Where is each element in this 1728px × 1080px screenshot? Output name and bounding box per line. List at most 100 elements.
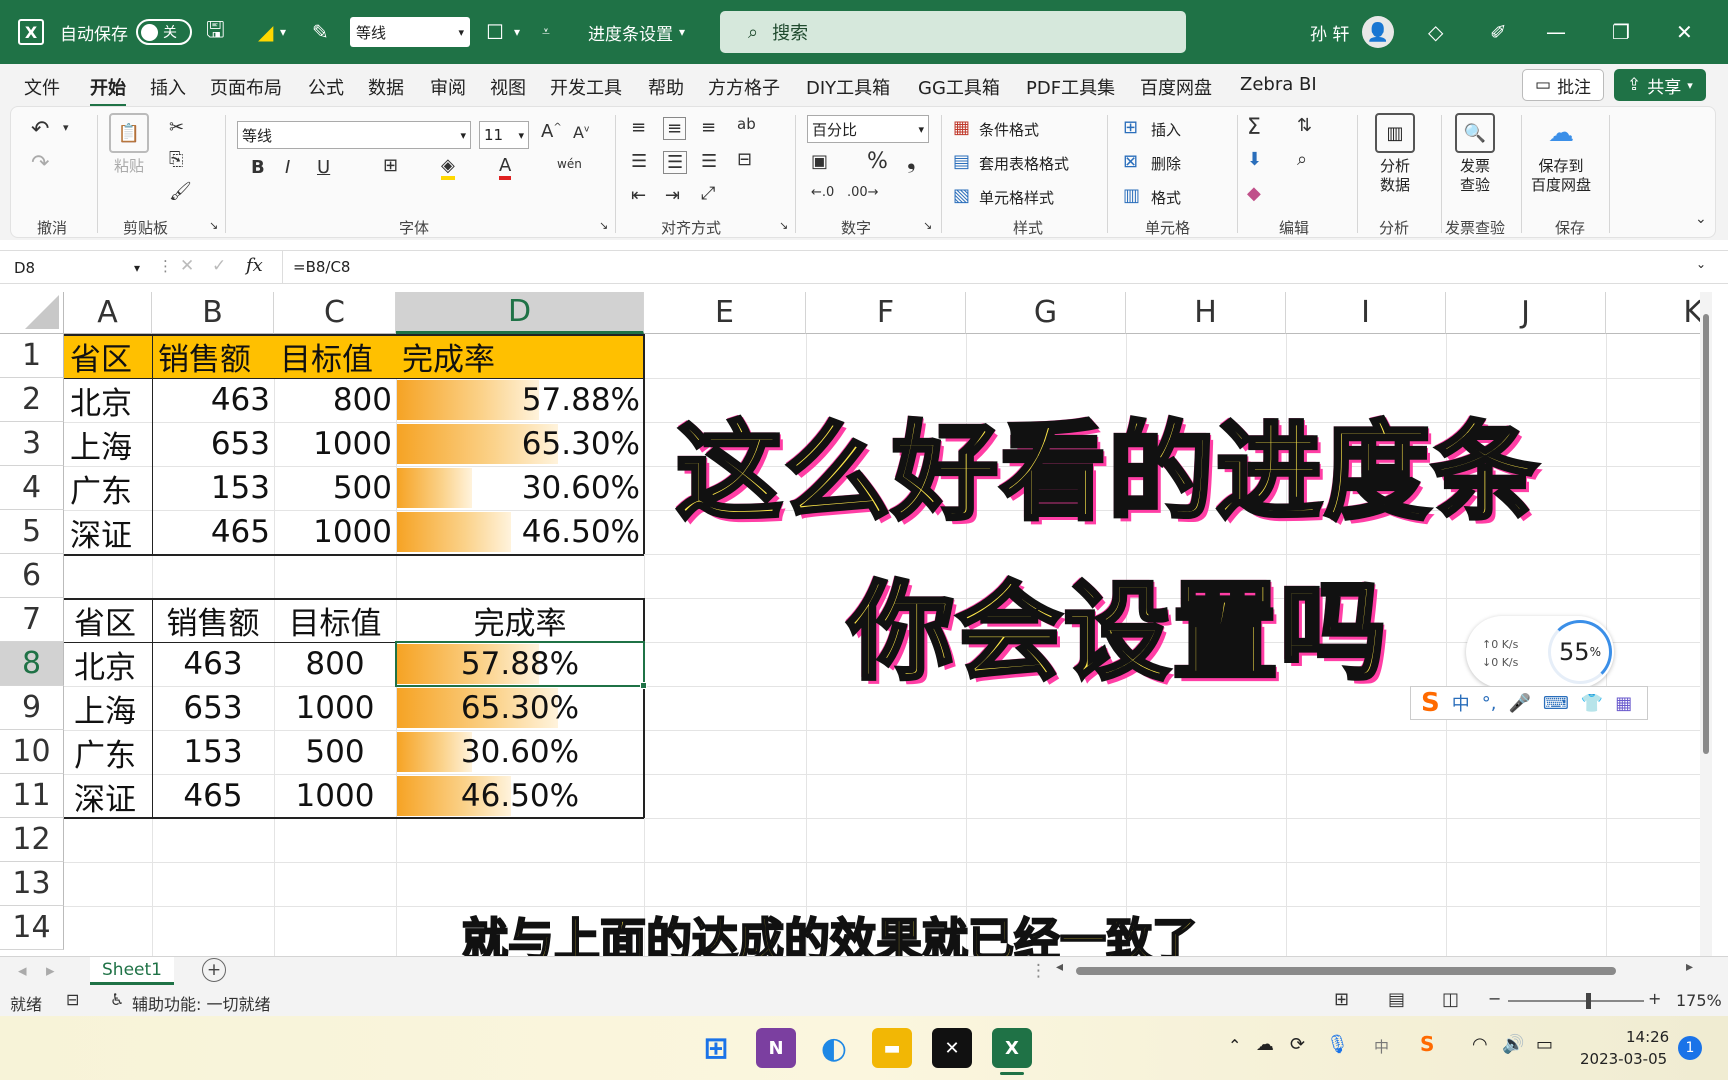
cancel-entry-icon[interactable]: ✕	[180, 256, 194, 276]
orientation-icon[interactable]: ⤢	[701, 183, 715, 204]
zoom-out-icon[interactable]: −	[1488, 989, 1501, 1008]
decrease-decimal-icon[interactable]: .00→	[847, 185, 879, 200]
undo-chevron-icon[interactable]: ▾	[63, 121, 69, 134]
align-right-icon[interactable]: ☰	[701, 151, 717, 172]
clock-time[interactable]: 14:26	[1626, 1028, 1669, 1046]
ime-toolbar[interactable]: S 中 °, 🎤 ⌨ 👕 ▦	[1410, 686, 1648, 720]
volume-icon[interactable]: 🔊	[1502, 1034, 1524, 1055]
number-launcher-icon[interactable]: ↘	[923, 219, 932, 232]
phonetic-icon[interactable]: wén	[557, 157, 582, 171]
autosave-toggle[interactable]: 关	[136, 0, 192, 64]
column-header-b[interactable]: B	[152, 292, 274, 334]
format-cells-button[interactable]: 格式	[1151, 187, 1181, 208]
table2-sales[interactable]: 653	[152, 686, 274, 730]
fill-icon[interactable]: ⬇	[1247, 149, 1262, 170]
tab-zebra-bi[interactable]: Zebra BI	[1240, 74, 1317, 95]
table2-rate[interactable]: 30.60%	[396, 730, 644, 774]
table1-region[interactable]: 深证	[70, 510, 150, 554]
comma-style-icon[interactable]: ❟	[907, 149, 916, 174]
table1-rate[interactable]: 30.60%	[396, 466, 640, 510]
comments-button[interactable]: ▭ 批注	[1522, 69, 1605, 101]
sync-icon[interactable]: ⟳	[1290, 1034, 1305, 1055]
paste-button[interactable]: 📋 粘贴	[109, 113, 149, 176]
clear-icon[interactable]: ◆	[1247, 183, 1261, 204]
clock-date[interactable]: 2023-03-05	[1580, 1050, 1667, 1068]
row-header-6[interactable]: 6	[0, 554, 64, 598]
tab-view[interactable]: 视图	[490, 74, 526, 100]
pen-icon[interactable]: ✐	[1490, 0, 1507, 64]
onedrive-icon[interactable]: ☁	[1256, 1034, 1274, 1055]
percent-style-icon[interactable]: %	[867, 149, 888, 174]
table1-sales[interactable]: 463	[152, 378, 270, 422]
row-header-12[interactable]: 12	[0, 818, 64, 862]
accessibility-status[interactable]: 辅助功能: 一切就绪	[132, 991, 270, 1015]
zoom-in-icon[interactable]: +	[1648, 989, 1661, 1008]
punctuation-icon[interactable]: °,	[1482, 693, 1497, 714]
select-all-corner[interactable]	[0, 292, 64, 334]
scroll-right-icon[interactable]: ▸	[1686, 959, 1693, 975]
fill-color-ribbon-icon[interactable]: ◈	[441, 155, 455, 180]
table1-header-target[interactable]: 目标值	[280, 334, 394, 378]
more-options-icon[interactable]: ⋮	[158, 257, 173, 275]
capcut-icon[interactable]: ✕	[932, 1028, 972, 1068]
confirm-entry-icon[interactable]: ✓	[212, 256, 226, 276]
expand-formula-icon[interactable]: ⌄	[1696, 257, 1706, 271]
table2-sales[interactable]: 465	[152, 774, 274, 818]
find-select-icon[interactable]: ⌕	[1297, 149, 1307, 170]
table2-header-sales[interactable]: 销售额	[152, 598, 274, 642]
delete-cells-button[interactable]: 删除	[1151, 153, 1181, 174]
user-name[interactable]: 孙 轩	[1310, 0, 1349, 64]
file-name[interactable]: 进度条设置 ▾	[588, 0, 685, 64]
autosum-icon[interactable]: Σ	[1247, 115, 1261, 140]
zoom-slider-thumb[interactable]	[1586, 993, 1591, 1009]
increase-font-icon[interactable]: A^	[541, 121, 562, 142]
customize-qat-icon[interactable]: ⩡	[542, 0, 550, 64]
row-header-10[interactable]: 10	[0, 730, 64, 774]
decrease-indent-icon[interactable]: ⇤	[631, 185, 646, 206]
align-left-icon[interactable]: ☰	[631, 151, 647, 172]
vertical-scrollbar[interactable]	[1700, 292, 1712, 956]
ime-language[interactable]: 中	[1452, 690, 1470, 716]
cell-styles-icon[interactable]: ▧	[953, 185, 970, 206]
format-painter-icon[interactable]: ✎	[312, 0, 329, 64]
table2-region[interactable]: 深证	[74, 774, 154, 818]
table2-header-region[interactable]: 省区	[74, 598, 154, 642]
row-header-1[interactable]: 1	[0, 334, 64, 378]
table1-rate[interactable]: 46.50%	[396, 510, 640, 554]
tab-fangfang[interactable]: 方方格子	[708, 74, 780, 100]
align-top-icon[interactable]: ≡	[631, 117, 646, 138]
formula-input[interactable]: =B8/C8	[282, 251, 1710, 283]
quick-font-select[interactable]: 等线 ▾	[350, 17, 470, 47]
analyze-data-button[interactable]: ▥ 分析 数据	[1375, 113, 1415, 195]
tab-formulas[interactable]: 公式	[308, 74, 344, 100]
table1-sales[interactable]: 153	[152, 466, 270, 510]
file-explorer-icon[interactable]: ▬	[872, 1028, 912, 1068]
table2-target[interactable]: 500	[274, 730, 396, 774]
keyboard-icon[interactable]: ⌨	[1543, 693, 1569, 714]
search-box[interactable]: ⌕ 搜索	[720, 11, 1186, 53]
table2-region[interactable]: 北京	[74, 642, 154, 686]
next-sheet-icon[interactable]: ▸	[46, 961, 55, 981]
column-header-f[interactable]: F	[806, 292, 966, 334]
diamond-icon[interactable]: ◇	[1428, 0, 1443, 64]
vertical-scroll-thumb[interactable]	[1703, 314, 1709, 754]
excel-taskbar-icon[interactable]: X	[992, 1028, 1032, 1068]
column-header-e[interactable]: E	[644, 292, 806, 334]
table2-rate[interactable]: 46.50%	[396, 774, 644, 818]
clipboard-launcher-icon[interactable]: ↘	[209, 219, 218, 232]
table2-header-target[interactable]: 目标值	[274, 598, 396, 642]
restore-icon[interactable]: ❐	[1612, 0, 1652, 64]
table2-target[interactable]: 1000	[274, 686, 396, 730]
insert-cells-icon[interactable]: ⊞	[1123, 117, 1138, 138]
table2-header-rate[interactable]: 完成率	[396, 598, 644, 642]
table2-rate[interactable]: 65.30%	[396, 686, 644, 730]
delete-cells-icon[interactable]: ⊠	[1123, 151, 1138, 172]
page-layout-view-icon[interactable]: ▤	[1388, 989, 1405, 1010]
row-header-8[interactable]: 8	[0, 642, 64, 686]
align-bottom-icon[interactable]: ≡	[701, 117, 716, 138]
table1-region[interactable]: 北京	[70, 378, 150, 422]
battery-icon[interactable]: ▭	[1536, 1034, 1553, 1055]
save-icon[interactable]: 🖫	[206, 0, 225, 64]
table1-target[interactable]: 800	[274, 378, 392, 422]
column-header-d[interactable]: D	[396, 292, 644, 334]
